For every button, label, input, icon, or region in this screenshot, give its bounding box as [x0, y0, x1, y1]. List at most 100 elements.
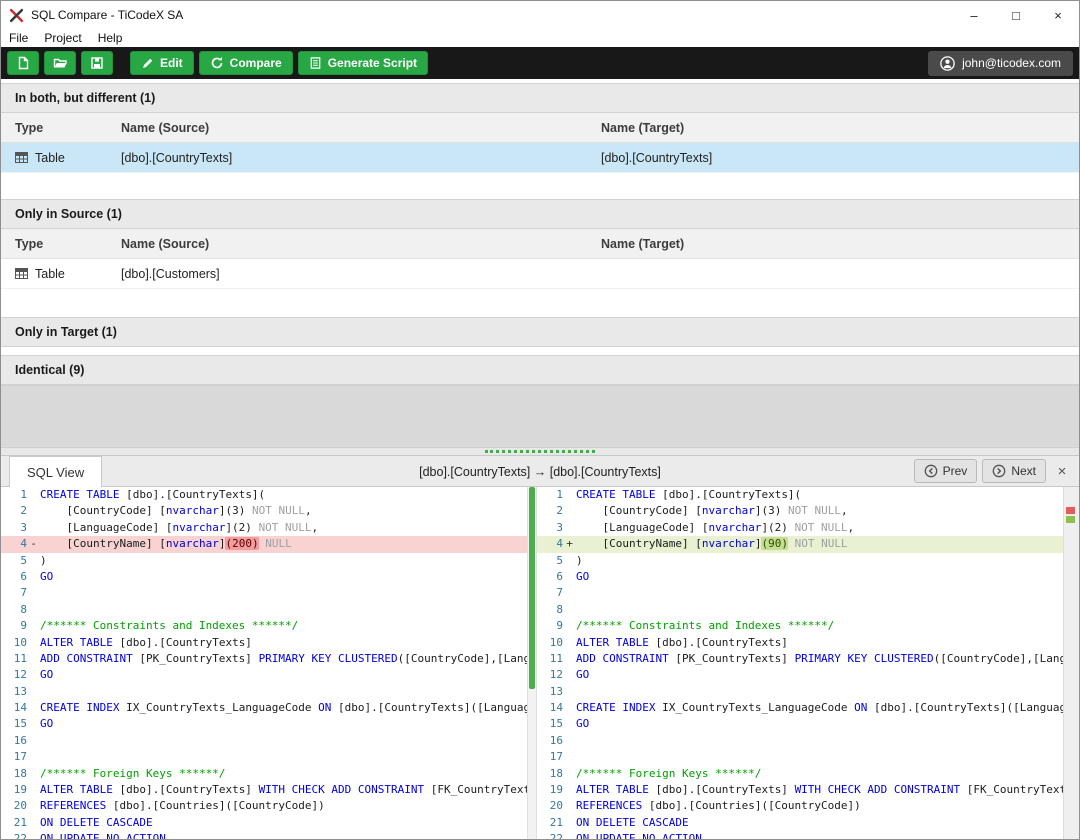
- table-row[interactable]: Table [dbo].[CountryTexts] [dbo].[Countr…: [1, 143, 1079, 173]
- code-line: 19ALTER TABLE [dbo].[CountryTexts] WITH …: [537, 782, 1063, 798]
- column-header-type[interactable]: Type: [1, 121, 121, 135]
- code-line: 5): [537, 553, 1063, 569]
- prev-button-label: Prev: [943, 464, 968, 478]
- section-title: Only in Target (1): [15, 325, 117, 339]
- diff-editors: 1CREATE TABLE [dbo].[CountryTexts](2 [Co…: [1, 487, 1079, 840]
- column-header-name-target[interactable]: Name (Target): [601, 237, 1079, 251]
- code-line: 17: [537, 749, 1063, 765]
- save-icon: [90, 56, 104, 70]
- code-line: 13: [537, 684, 1063, 700]
- new-file-icon: [16, 56, 30, 70]
- generate-script-button[interactable]: Generate Script: [298, 51, 428, 75]
- grid-header-only-source: Type Name (Source) Name (Target): [1, 229, 1079, 259]
- open-button[interactable]: [44, 51, 76, 75]
- splitter-handle[interactable]: [1, 447, 1079, 456]
- column-header-name-target[interactable]: Name (Target): [601, 121, 1079, 135]
- table-icon: [15, 268, 28, 279]
- minimize-button[interactable]: –: [953, 1, 995, 29]
- code-line: 2 [CountryCode] [nvarchar](3) NOT NULL,: [537, 503, 1063, 519]
- code-line: 15GO: [1, 716, 527, 732]
- section-header-only-target[interactable]: Only in Target (1): [1, 317, 1079, 347]
- edit-button-label: Edit: [160, 56, 183, 70]
- app-logo-icon: [9, 8, 24, 23]
- code-line: 3 [LanguageCode] [nvarchar](2) NOT NULL,: [1, 520, 527, 536]
- section-header-only-source[interactable]: Only in Source (1): [1, 199, 1079, 229]
- column-header-type[interactable]: Type: [1, 237, 121, 251]
- column-header-name-source[interactable]: Name (Source): [121, 237, 601, 251]
- save-button[interactable]: [81, 51, 113, 75]
- script-icon: [309, 56, 322, 70]
- spacer: [1, 289, 1079, 317]
- code-line: 16: [1, 733, 527, 749]
- code-line: 11ADD CONSTRAINT [PK_CountryTexts] PRIMA…: [1, 651, 527, 667]
- code-line: 8: [537, 602, 1063, 618]
- column-header-name-source[interactable]: Name (Source): [121, 121, 601, 135]
- toolbar: Edit Compare Generate Script john@ticode…: [1, 47, 1079, 79]
- target-sql-editor[interactable]: 1CREATE TABLE [dbo].[CountryTexts](2 [Co…: [537, 487, 1063, 840]
- left-editor-scrollbar[interactable]: [527, 487, 537, 840]
- scrollbar-thumb[interactable]: [529, 487, 535, 689]
- next-button-label: Next: [1011, 464, 1036, 478]
- sqlview-tabbar: SQL View [dbo].[CountryTexts] → [dbo].[C…: [1, 456, 1079, 487]
- code-line: 12GO: [1, 667, 527, 683]
- next-diff-button[interactable]: Next: [982, 459, 1046, 483]
- menu-help[interactable]: Help: [98, 31, 123, 45]
- open-folder-icon: [53, 56, 68, 70]
- app-window: SQL Compare - TiCodeX SA – □ × File Proj…: [0, 0, 1080, 840]
- code-line: 22ON UPDATE NO ACTION: [537, 831, 1063, 840]
- close-sqlview-button[interactable]: ×: [1051, 459, 1073, 483]
- section-header-different[interactable]: In both, but different (1): [1, 83, 1079, 113]
- code-line: 2 [CountryCode] [nvarchar](3) NOT NULL,: [1, 503, 527, 519]
- code-line: 11ADD CONSTRAINT [PK_CountryTexts] PRIMA…: [537, 651, 1063, 667]
- compare-button[interactable]: Compare: [199, 51, 293, 75]
- menu-project[interactable]: Project: [44, 31, 81, 45]
- refresh-icon: [210, 56, 224, 70]
- table-row[interactable]: Table [dbo].[Customers]: [1, 259, 1079, 289]
- splitter-grip-icon: [485, 450, 595, 453]
- code-line: 13: [1, 684, 527, 700]
- ruler-insertion-mark: [1066, 516, 1075, 523]
- row-type-label: Table: [35, 151, 65, 165]
- table-icon: [15, 152, 28, 163]
- code-line: 15GO: [537, 716, 1063, 732]
- source-sql-editor[interactable]: 1CREATE TABLE [dbo].[CountryTexts](2 [Co…: [1, 487, 527, 840]
- code-line: 20REFERENCES [dbo].[Countries]([CountryC…: [1, 798, 527, 814]
- row-target-name: [dbo].[CountryTexts]: [601, 151, 1079, 165]
- code-line: 16: [537, 733, 1063, 749]
- code-line: 21ON DELETE CASCADE: [537, 815, 1063, 831]
- code-line: 14CREATE INDEX IX_CountryTexts_LanguageC…: [1, 700, 527, 716]
- maximize-button[interactable]: □: [995, 1, 1037, 29]
- menu-file[interactable]: File: [9, 31, 28, 45]
- code-line: 10ALTER TABLE [dbo].[CountryTexts]: [1, 635, 527, 651]
- edit-button[interactable]: Edit: [130, 51, 194, 75]
- section-title: Identical (9): [15, 363, 84, 377]
- titlebar: SQL Compare - TiCodeX SA – □ ×: [1, 1, 1079, 29]
- code-line: 17: [1, 749, 527, 765]
- code-line: 6GO: [537, 569, 1063, 585]
- arrow-left-circle-icon: [924, 464, 938, 478]
- prev-diff-button[interactable]: Prev: [914, 459, 978, 483]
- arrow-right-circle-icon: [992, 464, 1006, 478]
- user-account-button[interactable]: john@ticodex.com: [928, 51, 1073, 76]
- section-header-identical[interactable]: Identical (9): [1, 355, 1079, 385]
- code-line: 19ALTER TABLE [dbo].[CountryTexts] WITH …: [1, 782, 527, 798]
- diff-overview-ruler[interactable]: [1063, 487, 1079, 840]
- code-line: 20REFERENCES [dbo].[Countries]([CountryC…: [537, 798, 1063, 814]
- new-button[interactable]: [7, 51, 39, 75]
- window-title: SQL Compare - TiCodeX SA: [31, 8, 953, 22]
- grid-header-different: Type Name (Source) Name (Target): [1, 113, 1079, 143]
- code-line: 8: [1, 602, 527, 618]
- user-email: john@ticodex.com: [962, 56, 1061, 70]
- code-line: 5): [1, 553, 527, 569]
- results-empty-area: [1, 385, 1079, 447]
- pencil-icon: [141, 57, 154, 70]
- section-title: In both, but different (1): [15, 91, 155, 105]
- code-line: 9/****** Constraints and Indexes ******/: [1, 618, 527, 634]
- tab-sql-view[interactable]: SQL View: [9, 456, 102, 487]
- code-line: 1CREATE TABLE [dbo].[CountryTexts](: [537, 487, 1063, 503]
- code-line: 1CREATE TABLE [dbo].[CountryTexts](: [1, 487, 527, 503]
- comparison-results: In both, but different (1) Type Name (So…: [1, 79, 1079, 447]
- compare-button-label: Compare: [230, 56, 282, 70]
- close-button[interactable]: ×: [1037, 1, 1079, 29]
- code-line: 14CREATE INDEX IX_CountryTexts_LanguageC…: [537, 700, 1063, 716]
